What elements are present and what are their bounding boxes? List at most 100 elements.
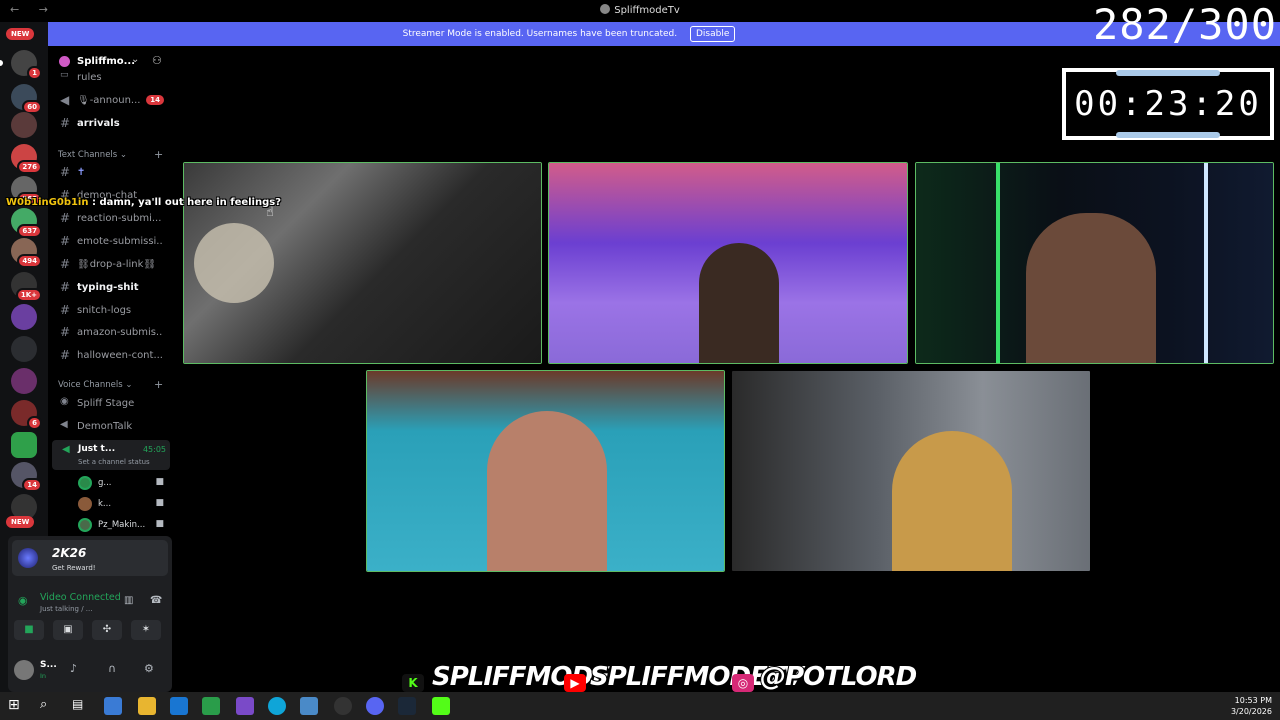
server-icon[interactable] [11, 368, 37, 394]
kick-server-icon[interactable] [11, 432, 37, 458]
server-icon[interactable]: 1 [11, 50, 42, 80]
channel-amazon-submissions[interactable]: # amazon-submis... [48, 323, 172, 343]
steam-icon[interactable] [398, 697, 416, 715]
hash-icon: # [60, 280, 71, 294]
store-icon[interactable] [202, 697, 220, 715]
person-silhouette [892, 431, 1012, 571]
soundboard-button[interactable]: ✶ [131, 620, 161, 640]
server-icon[interactable]: 1K+ [11, 272, 42, 302]
avatar [78, 518, 92, 532]
microphone-icon[interactable]: ♪ [70, 662, 77, 675]
video-tile[interactable] [366, 370, 725, 572]
task-view-icon[interactable]: ▤ [72, 697, 90, 715]
voice-channel-spliff-stage[interactable]: ◉ Spliff Stage [48, 394, 172, 414]
reward-card[interactable]: 2K26 Get Reward! [12, 540, 168, 576]
app-icon [600, 4, 611, 14]
active-voice-channel[interactable]: ◀ Just t... 45:05 Set a channel status [52, 440, 170, 470]
discord-icon[interactable] [366, 697, 384, 715]
app-icon[interactable] [300, 697, 318, 715]
signal-icon[interactable]: ◉ [18, 594, 28, 607]
stage-icon: ◉ [60, 396, 69, 407]
channel-typing[interactable]: # typing-shit [48, 278, 172, 298]
timer-text: 00:23:20 [1074, 84, 1262, 124]
disable-button[interactable]: Disable [689, 26, 736, 42]
led-strip [996, 163, 1000, 363]
category-voice-channels[interactable]: Voice Channels ⌄ + [58, 378, 163, 391]
voice-channel-demontalk[interactable]: ◀ DemonTalk [48, 417, 172, 437]
headphones-icon[interactable]: ∩ [108, 662, 116, 675]
streamer-mode-banner: Streamer Mode is enabled. Usernames have… [48, 22, 1090, 46]
server-icon[interactable]: 494 [11, 238, 42, 268]
get-reward-link[interactable]: Get Reward! [52, 564, 96, 572]
server-icon[interactable] [11, 112, 37, 138]
search-icon[interactable]: ⌕ [40, 697, 58, 715]
timer-bar [1116, 132, 1220, 138]
add-channel-icon[interactable]: + [154, 148, 163, 161]
start-button[interactable]: ⊞ [8, 697, 26, 715]
avatar[interactable] [14, 660, 34, 680]
server-icon[interactable]: 60 [11, 84, 42, 114]
file-explorer-icon[interactable] [138, 697, 156, 715]
banner-text: Streamer Mode is enabled. Usernames have… [402, 29, 678, 39]
channel-status-input[interactable]: Set a channel status [78, 458, 150, 466]
channel-cross[interactable]: # ✝ [48, 163, 172, 183]
stream-timer: 00:23:20 [1062, 68, 1274, 140]
channel-emote-submissions[interactable]: # emote-submissi... [48, 232, 172, 252]
video-tile[interactable] [731, 370, 1091, 572]
voice-connection: ◉ Video Connected Just talking / ... ▥ ☎ [14, 590, 170, 616]
server-icon[interactable] [11, 336, 37, 362]
kick-app-icon[interactable] [432, 697, 450, 715]
camera-button[interactable]: ■ [14, 620, 44, 640]
instagram-handle: @POTLORD [759, 661, 918, 693]
server-icon[interactable]: 637 [11, 208, 42, 238]
edge-icon[interactable] [268, 697, 286, 715]
category-text-channels[interactable]: Text Channels ⌄ + [58, 148, 163, 161]
add-member-icon[interactable]: ⚇ [152, 54, 162, 67]
activities-button[interactable]: ✣ [92, 620, 122, 640]
settings-gear-icon[interactable]: ⚙ [144, 662, 154, 675]
channel-announcements[interactable]: ◀ 🎙-announ... 14 [48, 91, 172, 111]
voice-member[interactable]: g... ■ [78, 474, 170, 492]
lamp-glow [194, 223, 274, 303]
hand-cursor-icon: ☝ [266, 205, 274, 220]
add-channel-icon[interactable]: + [154, 378, 163, 391]
video-tile[interactable] [548, 162, 908, 364]
windows-taskbar: ⊞ ⌕ ▤ 10:53 PM 3/20/2026 [0, 692, 1280, 720]
copilot-icon[interactable] [104, 697, 122, 715]
channel-arrivals[interactable]: # arrivals [48, 114, 172, 134]
outlook-icon[interactable] [170, 697, 188, 715]
person-silhouette [487, 411, 607, 571]
voice-timer: 45:05 [142, 445, 166, 454]
server-icon[interactable]: 276 [11, 144, 42, 174]
screen-share-button[interactable]: ▣ [53, 620, 83, 640]
connection-title: Video Connected [40, 592, 121, 603]
obs-icon[interactable] [334, 697, 352, 715]
title-bar: ← → SpliffmodeTv [0, 0, 1280, 22]
chevron-down-icon[interactable]: ⌄ [131, 54, 139, 65]
led-strip [1204, 163, 1208, 363]
voice-member[interactable]: Pz_Makin... ■ [78, 516, 170, 534]
text-channel-icon: ▭ [60, 70, 69, 80]
channel-rules[interactable]: ▭ rules [48, 70, 172, 84]
channel-reaction-submissions[interactable]: # reaction-submi... [48, 209, 172, 229]
app-icon[interactable] [236, 697, 254, 715]
voice-member[interactable]: k... ■ [78, 495, 170, 513]
user-status: In [40, 672, 47, 680]
channel-drop-a-link[interactable]: # ⛓drop-a-link⛓ [48, 255, 172, 275]
video-tile[interactable] [183, 162, 542, 364]
camera-icon: ■ [155, 519, 164, 529]
call-controls: ■ ▣ ✣ ✶ [14, 620, 166, 642]
channel-halloween-contest[interactable]: # halloween-cont... [48, 346, 172, 366]
video-tile[interactable] [915, 162, 1274, 364]
server-icon[interactable] [11, 304, 37, 330]
disconnect-icon[interactable]: ☎ [150, 595, 162, 606]
noise-suppression-icon[interactable]: ▥ [124, 595, 133, 606]
hash-icon: # [60, 303, 71, 317]
camera-icon: ■ [155, 477, 164, 487]
server-icon[interactable]: 14 [11, 462, 42, 492]
system-clock[interactable]: 10:53 PM 3/20/2026 [1231, 695, 1272, 717]
channel-snitch-logs[interactable]: # snitch-logs [48, 301, 172, 321]
server-icon[interactable]: 6 [11, 400, 42, 430]
connection-subtitle: Just talking / ... [40, 605, 93, 613]
user-panel: 2K26 Get Reward! ◉ Video Connected Just … [8, 536, 172, 692]
